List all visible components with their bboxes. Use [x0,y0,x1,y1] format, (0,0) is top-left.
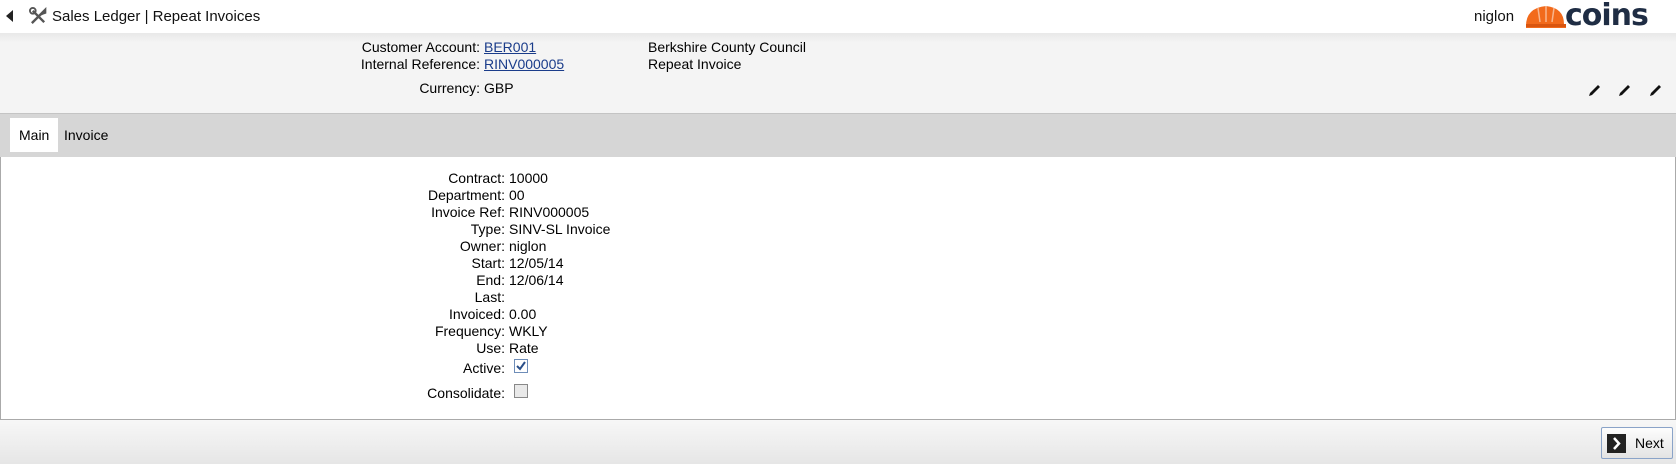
field-label: Contract: [448,170,505,186]
footer-bar: Next [0,420,1676,464]
edit-pencil-icon[interactable] [1587,82,1603,98]
field-label: Invoiced: [448,306,505,322]
chevron-right-icon [1607,434,1626,453]
field-value: WKLY [509,323,548,339]
tab-bar: Main Invoice [0,113,1676,158]
coins-logo: coins [1524,0,1674,33]
customer-account-label: Customer Account: [361,39,480,55]
user-name[interactable]: niglon [1474,8,1514,25]
field-value: 00 [509,187,525,203]
consolidate-label: Consolidate: [427,385,505,401]
active-label: Active: [462,360,505,376]
customer-name: Berkshire County Council [648,39,806,55]
field-label: Department: [427,187,505,203]
field-label: Last: [474,289,505,305]
field-value: 10000 [509,170,548,186]
top-bar: Sales Ledger | Repeat Invoices niglon co… [0,0,1676,33]
field-label: Start: [471,255,505,271]
logo-wordmark: coins [1565,0,1649,33]
record-header: Customer Account: BER001 Berkshire Count… [0,33,1676,113]
next-button[interactable]: Next [1601,427,1673,459]
field-label: Invoice Ref: [431,204,505,220]
hard-hat-icon [1526,6,1566,28]
field-value: Rate [509,340,539,356]
page-title: Sales Ledger | Repeat Invoices [52,8,261,25]
main-form: Contract: 10000 Department: 00 Invoice R… [0,157,1676,420]
edit-pencil-icon[interactable] [1617,82,1633,98]
field-value: 12/06/14 [509,272,564,288]
active-checkbox[interactable] [514,359,528,373]
consolidate-checkbox[interactable] [514,384,528,398]
tools-icon [29,7,47,24]
field-label: Owner: [459,238,505,254]
field-label: End: [476,272,505,288]
internal-reference-desc: Repeat Invoice [648,56,742,72]
field-value: RINV000005 [509,204,590,220]
internal-reference-label: Internal Reference: [360,56,480,72]
field-label: Type: [470,221,505,237]
field-value: 12/05/14 [509,255,564,271]
edit-pencil-icon[interactable] [1648,82,1664,98]
currency-value: GBP [484,80,514,96]
internal-reference-link[interactable]: RINV000005 [484,56,564,72]
back-arrow-icon[interactable] [6,10,13,22]
checkmark-icon [516,361,526,371]
customer-account-link[interactable]: BER001 [484,39,536,55]
field-value: SINV-SL Invoice [509,221,611,237]
currency-label: Currency: [419,80,480,96]
field-label: Frequency: [434,323,505,339]
tab-invoice[interactable]: Invoice [55,118,117,152]
field-value: 0.00 [509,306,537,322]
tab-main[interactable]: Main [10,118,59,152]
next-button-label: Next [1635,435,1664,451]
field-label: Use: [476,340,505,356]
field-value: niglon [509,238,547,254]
